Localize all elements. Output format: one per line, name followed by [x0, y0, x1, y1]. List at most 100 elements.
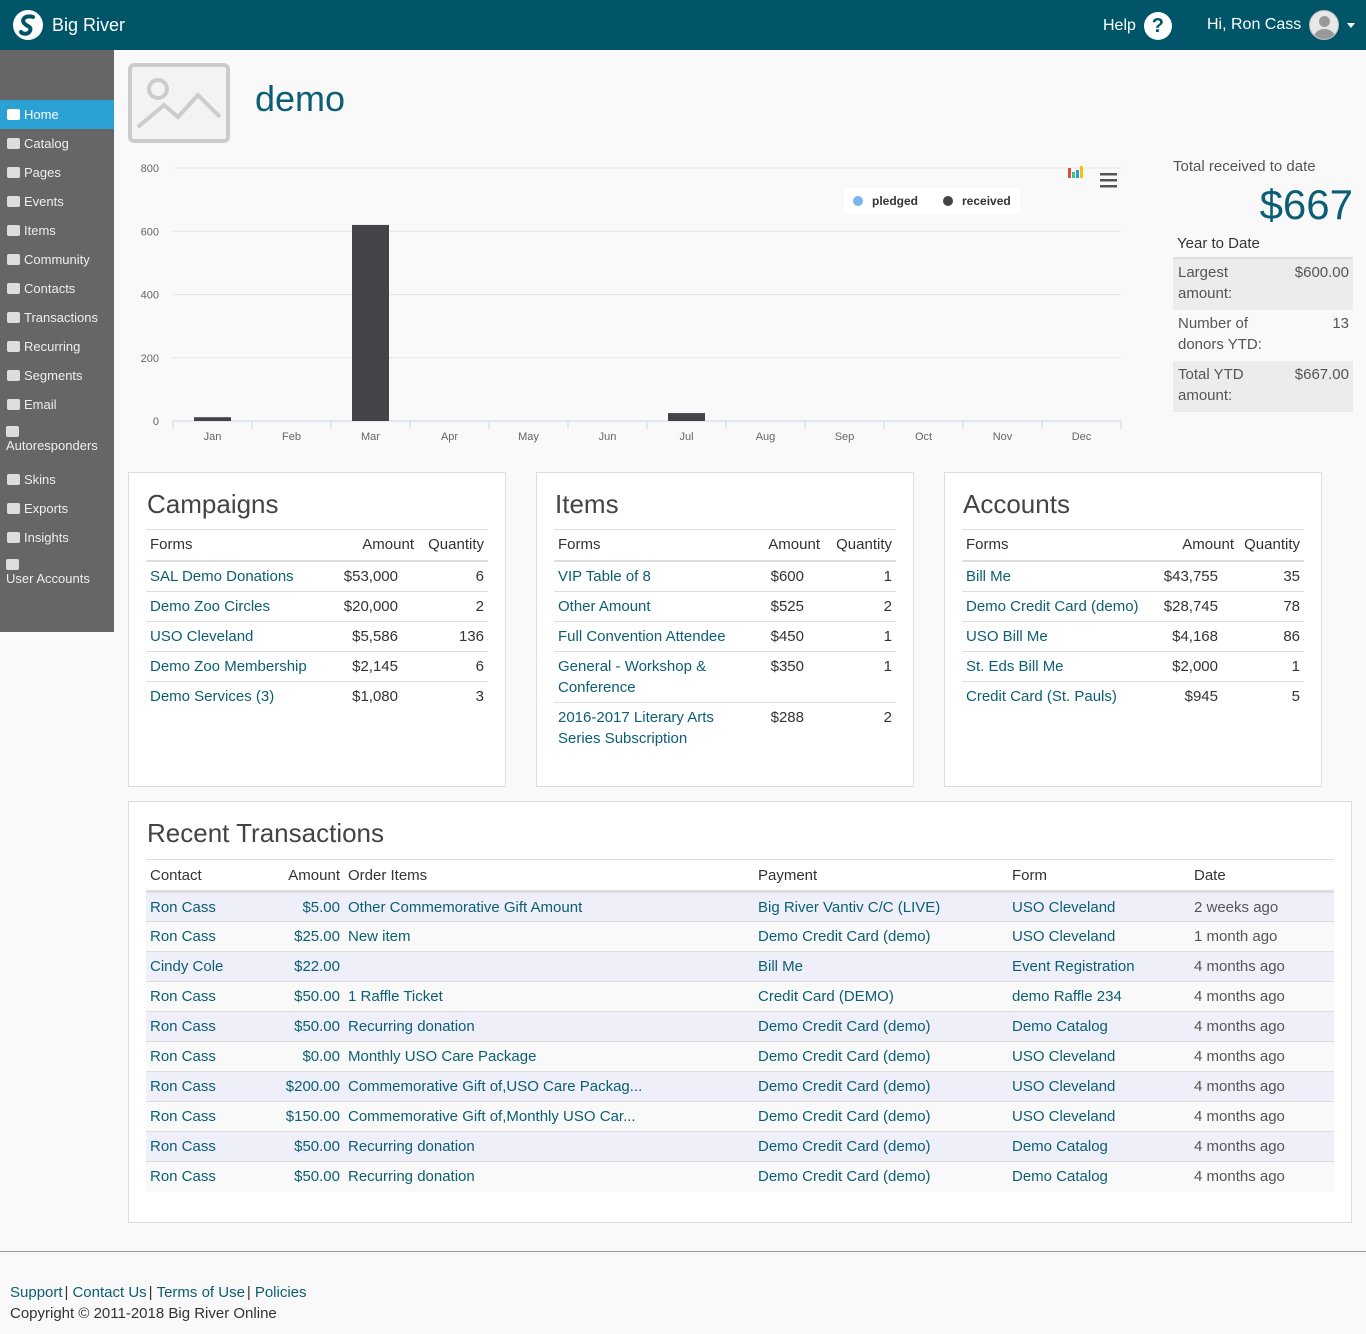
column-header-payment[interactable]: Payment [754, 859, 1008, 893]
form-link[interactable]: Credit Card (St. Pauls) [962, 680, 1152, 711]
order-items-link[interactable]: Commemorative Gift of,USO Care Packag... [344, 1071, 754, 1102]
order-items-link[interactable]: 1 Raffle Ticket [344, 981, 754, 1012]
legend-marker[interactable] [853, 196, 863, 206]
form-link[interactable]: Bill Me [962, 560, 1152, 591]
payment-link[interactable]: Demo Credit Card (demo) [754, 1131, 1008, 1162]
sidebar-item-user-accounts[interactable]: User Accounts [0, 552, 114, 598]
sidebar-item-recurring[interactable]: Recurring [0, 332, 114, 361]
sidebar-item-events[interactable]: Events [0, 187, 114, 216]
column-header-amount[interactable]: Amount [256, 859, 344, 893]
bar-received[interactable] [668, 413, 705, 421]
payment-link[interactable]: Demo Credit Card (demo) [754, 1071, 1008, 1102]
form-link[interactable]: demo Raffle 234 [1008, 981, 1190, 1012]
hamburger-menu-icon[interactable] [1100, 173, 1117, 188]
form-link[interactable]: VIP Table of 8 [554, 560, 750, 591]
bar-received[interactable] [352, 224, 389, 421]
form-link[interactable]: Demo Services (3) [146, 680, 332, 711]
sidebar-item-catalog[interactable]: Catalog [0, 129, 114, 158]
payment-link[interactable]: Credit Card (DEMO) [754, 981, 1008, 1012]
payment-link[interactable]: Demo Credit Card (demo) [754, 1161, 1008, 1192]
form-link[interactable]: Demo Catalog [1008, 1161, 1190, 1192]
order-items-link[interactable]: Recurring donation [344, 1131, 754, 1162]
column-header-amount[interactable]: Amount [332, 529, 418, 562]
contact-link[interactable]: Ron Cass [146, 1011, 256, 1042]
contact-link[interactable]: Ron Cass [146, 1131, 256, 1162]
sidebar-item-exports[interactable]: Exports [0, 494, 114, 523]
contact-link[interactable]: Cindy Cole [146, 951, 256, 982]
form-link[interactable]: Demo Catalog [1008, 1011, 1190, 1042]
sidebar-item-items[interactable]: Items [0, 216, 114, 245]
contact-link[interactable]: Ron Cass [146, 1101, 256, 1132]
order-items-link[interactable]: Other Commemorative Gift Amount [344, 891, 754, 922]
column-header-quantity[interactable]: Quantity [824, 529, 896, 562]
sidebar-item-insights[interactable]: Insights [0, 523, 114, 552]
order-items-link[interactable]: New item [344, 921, 754, 952]
form-link[interactable]: St. Eds Bill Me [962, 650, 1152, 681]
form-link[interactable]: Other Amount [554, 590, 750, 621]
order-items-link[interactable]: Recurring donation [344, 1011, 754, 1042]
legend-label-pledged[interactable]: pledged [872, 194, 918, 208]
form-link[interactable]: USO Cleveland [1008, 1041, 1190, 1072]
payment-link[interactable]: Demo Credit Card (demo) [754, 1041, 1008, 1072]
form-link[interactable]: Demo Credit Card (demo) [962, 590, 1152, 621]
contact-link[interactable]: Ron Cass [146, 891, 256, 922]
payment-link[interactable]: Demo Credit Card (demo) [754, 1011, 1008, 1042]
column-header-amount[interactable]: Amount [750, 529, 824, 562]
sidebar-item-transactions[interactable]: Transactions [0, 303, 114, 332]
payment-link[interactable]: Bill Me [754, 951, 1008, 982]
column-header-form[interactable]: Form [1008, 859, 1190, 893]
order-items-link[interactable]: Commemorative Gift of,Monthly USO Car... [344, 1101, 754, 1132]
column-header-order-items[interactable]: Order Items [344, 859, 754, 893]
column-header-contact[interactable]: Contact [146, 859, 256, 893]
legend-label-received[interactable]: received [962, 194, 1011, 208]
footer-link-contact-us[interactable]: Contact Us [72, 1284, 146, 1301]
order-items-link[interactable]: Monthly USO Care Package [344, 1041, 754, 1072]
payment-link[interactable]: Demo Credit Card (demo) [754, 1101, 1008, 1132]
order-items-link[interactable] [344, 951, 754, 982]
form-link[interactable]: Demo Zoo Membership [146, 650, 332, 681]
sidebar-item-autoresponders[interactable]: Autoresponders [0, 419, 114, 465]
sidebar-item-home[interactable]: Home [0, 100, 114, 129]
sidebar-item-pages[interactable]: Pages [0, 158, 114, 187]
footer-link-support[interactable]: Support [10, 1284, 63, 1301]
form-link[interactable]: General - Workshop & Conference [554, 650, 750, 702]
form-link[interactable]: Demo Catalog [1008, 1131, 1190, 1162]
sidebar-item-segments[interactable]: Segments [0, 361, 114, 390]
form-link[interactable]: USO Cleveland [1008, 891, 1190, 922]
column-header-forms[interactable]: Forms [554, 529, 750, 562]
sidebar-item-skins[interactable]: Skins [0, 465, 114, 494]
form-link[interactable]: USO Cleveland [1008, 1101, 1190, 1132]
legend-marker[interactable] [943, 196, 953, 206]
payment-link[interactable]: Demo Credit Card (demo) [754, 921, 1008, 952]
sidebar-item-email[interactable]: Email [0, 390, 114, 419]
column-header-quantity[interactable]: Quantity [418, 529, 488, 562]
contact-link[interactable]: Ron Cass [146, 981, 256, 1012]
footer-link-policies[interactable]: Policies [255, 1284, 307, 1301]
column-header-quantity[interactable]: Quantity [1238, 529, 1304, 562]
footer-link-terms-of-use[interactable]: Terms of Use [157, 1284, 245, 1301]
form-link[interactable]: USO Cleveland [146, 620, 332, 651]
form-link[interactable]: 2016-2017 Literary Arts Series Subscript… [554, 701, 750, 753]
contact-link[interactable]: Ron Cass [146, 1071, 256, 1102]
sidebar-item-contacts[interactable]: Contacts [0, 274, 114, 303]
bar-received[interactable] [194, 417, 231, 421]
column-header-forms[interactable]: Forms [146, 529, 332, 562]
form-link[interactable]: USO Cleveland [1008, 1071, 1190, 1102]
column-header-amount[interactable]: Amount [1152, 529, 1238, 562]
payment-link[interactable]: Big River Vantiv C/C (LIVE) [754, 891, 1008, 922]
sidebar-item-community[interactable]: Community [0, 245, 114, 274]
help-link[interactable]: Help ? [1103, 12, 1172, 40]
form-link[interactable]: Full Convention Attendee [554, 620, 750, 651]
column-header-date[interactable]: Date [1190, 859, 1334, 893]
form-link[interactable]: Demo Zoo Circles [146, 590, 332, 621]
form-link[interactable]: SAL Demo Donations [146, 560, 332, 591]
form-link[interactable]: USO Cleveland [1008, 921, 1190, 952]
brand-logo-link[interactable]: Big River [12, 9, 125, 41]
form-link[interactable]: USO Bill Me [962, 620, 1152, 651]
order-items-link[interactable]: Recurring donation [344, 1161, 754, 1192]
contact-link[interactable]: Ron Cass [146, 1041, 256, 1072]
form-link[interactable]: Event Registration [1008, 951, 1190, 982]
column-header-forms[interactable]: Forms [962, 529, 1152, 562]
contact-link[interactable]: Ron Cass [146, 1161, 256, 1192]
contact-link[interactable]: Ron Cass [146, 921, 256, 952]
